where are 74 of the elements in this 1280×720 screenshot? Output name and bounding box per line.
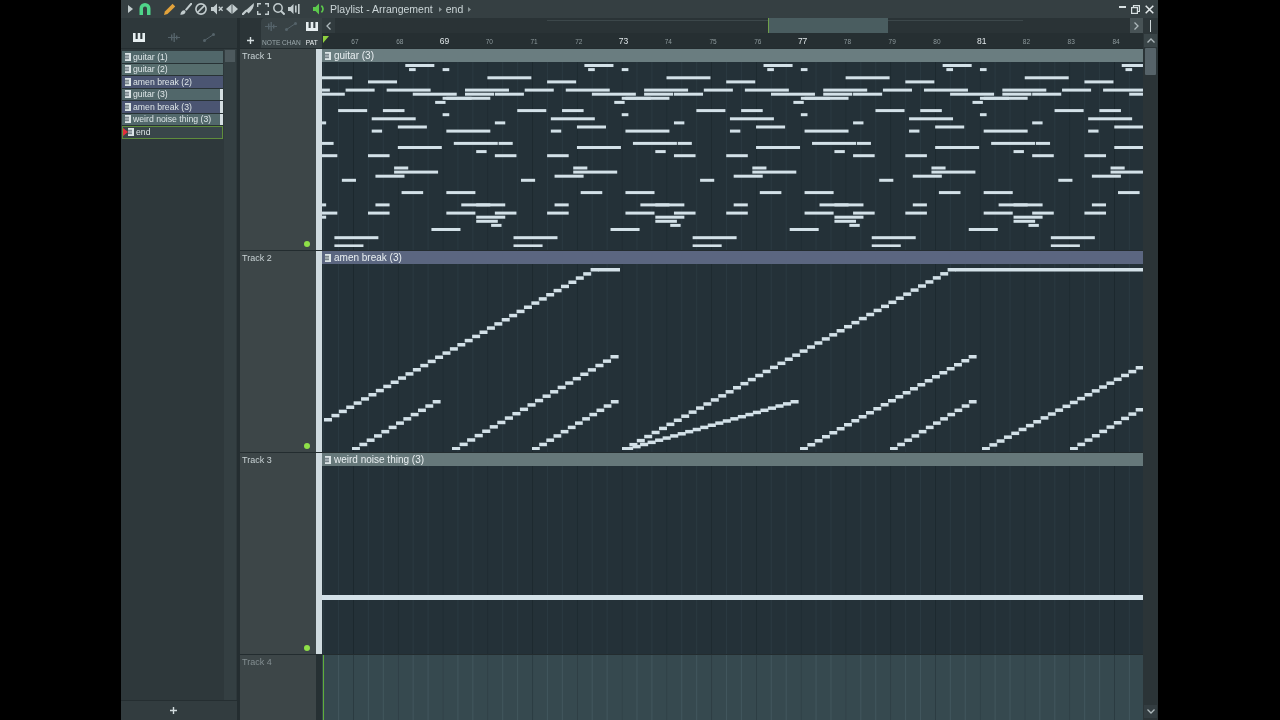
track-header[interactable]: Track 1 bbox=[240, 49, 316, 250]
knife-icon[interactable] bbox=[241, 3, 254, 15]
track-name: Track 1 bbox=[242, 51, 272, 61]
piano-keys-icon[interactable] bbox=[305, 22, 318, 31]
clip-label: amen break (3) bbox=[334, 252, 402, 263]
scroll-thumb[interactable] bbox=[1145, 48, 1156, 75]
pattern-icon bbox=[325, 253, 331, 262]
restore-icon[interactable] bbox=[1130, 4, 1140, 14]
caret-icon bbox=[438, 6, 442, 12]
pattern-clip[interactable]: guitar (3) bbox=[322, 49, 1143, 250]
led-icon[interactable] bbox=[304, 241, 310, 247]
pattern-item[interactable]: amen break (2) bbox=[122, 76, 223, 89]
scroll-down-button[interactable] bbox=[1144, 705, 1157, 718]
zoom-icon[interactable] bbox=[272, 3, 285, 15]
piano-keys-icon[interactable] bbox=[132, 32, 145, 42]
speaker-icon[interactable] bbox=[288, 3, 300, 15]
pattern-clip[interactable]: weird noise thing (3) bbox=[322, 453, 1143, 654]
track-name: Track 4 bbox=[242, 657, 272, 667]
chevron-left-icon bbox=[326, 21, 331, 30]
bar-number: 81 bbox=[976, 36, 987, 46]
pattern-item[interactable]: guitar (1) bbox=[122, 51, 223, 64]
pattern-item[interactable]: amen break (3) bbox=[122, 101, 223, 114]
led-icon[interactable] bbox=[304, 443, 310, 449]
speaker-icon[interactable] bbox=[313, 3, 325, 15]
muted-speaker-icon[interactable] bbox=[210, 3, 223, 15]
scroll-thumb[interactable] bbox=[225, 50, 235, 62]
pattern-icon bbox=[125, 115, 131, 124]
track-header[interactable]: Track 2 bbox=[240, 251, 316, 452]
pattern-clip[interactable]: amen break (3) bbox=[322, 251, 1143, 452]
clip-label: weird noise thing (3) bbox=[334, 454, 425, 465]
track-header[interactable]: Track 3 bbox=[240, 453, 316, 654]
minimize-icon[interactable] bbox=[1118, 6, 1126, 8]
pattern-icon bbox=[125, 52, 131, 61]
double-arrow-icon[interactable] bbox=[226, 3, 238, 15]
bar-number: 77 bbox=[797, 36, 808, 46]
track-header[interactable]: Track 4 bbox=[240, 655, 316, 720]
chevron-up-icon bbox=[1146, 38, 1155, 43]
chevron-right-icon bbox=[1134, 21, 1139, 30]
view-range-handle[interactable] bbox=[768, 18, 888, 33]
brush-icon[interactable] bbox=[179, 3, 192, 15]
track-name: Track 3 bbox=[242, 455, 272, 465]
marker-icon bbox=[123, 128, 128, 137]
triangle-icon[interactable] bbox=[127, 5, 133, 13]
picker-scrollbar[interactable] bbox=[224, 49, 236, 700]
pattern-icon bbox=[125, 102, 131, 111]
chevron-down-icon bbox=[1146, 709, 1155, 714]
selection-frame-icon[interactable] bbox=[257, 3, 269, 15]
bar-number: 73 bbox=[618, 36, 629, 46]
clip-label: guitar (3) bbox=[334, 50, 374, 61]
scroll-up-button[interactable] bbox=[1144, 34, 1157, 47]
prohibited-icon[interactable] bbox=[195, 3, 207, 15]
magnet-icon[interactable] bbox=[139, 3, 151, 15]
pattern-selector[interactable]: end bbox=[445, 3, 464, 15]
plus-icon[interactable] bbox=[247, 36, 254, 44]
bar-number: 69 bbox=[439, 36, 450, 46]
led-icon[interactable] bbox=[304, 645, 310, 651]
pattern-icon bbox=[125, 77, 131, 86]
track-name: Track 2 bbox=[242, 253, 272, 263]
window-title: Playlist - Arrangement bbox=[330, 3, 433, 15]
plus-icon[interactable] bbox=[169, 707, 177, 714]
scroll-right-button[interactable] bbox=[1130, 18, 1143, 33]
pattern-icon bbox=[125, 65, 131, 74]
vertical-scrollbar[interactable] bbox=[1143, 48, 1158, 720]
scroll-left-button[interactable] bbox=[322, 18, 335, 33]
position-line bbox=[323, 655, 324, 720]
caret-icon[interactable] bbox=[468, 6, 472, 12]
pattern-icon bbox=[325, 51, 331, 60]
close-icon[interactable] bbox=[1144, 4, 1154, 14]
splitter-handle[interactable] bbox=[1150, 19, 1151, 32]
pattern-icon bbox=[125, 90, 131, 99]
pattern-icon bbox=[325, 455, 331, 464]
pattern-item[interactable]: end bbox=[122, 126, 223, 139]
pencil-icon[interactable] bbox=[164, 3, 176, 15]
pattern-icon bbox=[128, 128, 134, 137]
